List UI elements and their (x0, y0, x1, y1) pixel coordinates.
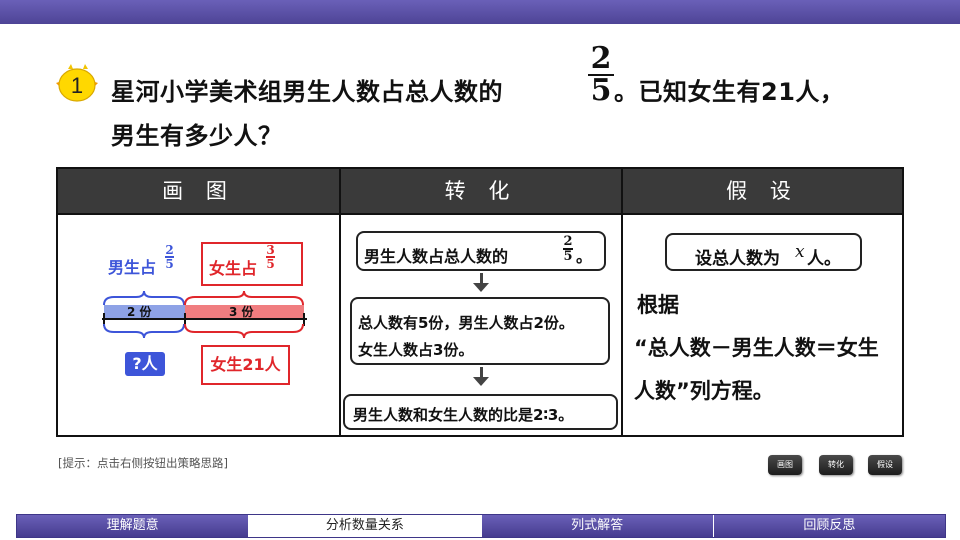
bottom-nav: 理解题意 分析数量关系 列式解答 回顾反思 (16, 514, 946, 538)
assume-strategy-button[interactable]: 假设 (868, 455, 902, 475)
assume-line1: 根据 (637, 293, 679, 317)
question-line2: 男生有多少人？ (111, 122, 283, 150)
boy-parts-label: 2 份 (127, 305, 152, 319)
step1-fraction: 25 (563, 234, 573, 264)
fraction-denominator: 5 (590, 73, 612, 108)
question-text-b: 。已知女生有21人， (614, 78, 845, 106)
strategy-table: 画 图 转 化 假 设 男生占 25 女生占 35 2 份 3 份 ?人 女生2… (56, 167, 904, 437)
top-banner (0, 0, 960, 24)
girl-count-box: 女生21人 (201, 345, 290, 385)
segment-diagram (102, 290, 307, 339)
question-text-a: 星河小学美术组男生人数占总人数的 (111, 78, 503, 106)
header-transform: 转 化 (341, 169, 621, 213)
question-number: 1 (71, 73, 83, 98)
transform-strategy-button[interactable]: 转化 (819, 455, 853, 475)
girl-parts-label: 3 份 (229, 305, 254, 319)
fraction-numerator: 2 (590, 41, 612, 76)
tab-analyze[interactable]: 分析数量关系 (249, 515, 482, 537)
question-line1: 星河小学美术组男生人数占总人数的 (111, 72, 503, 107)
hint-text: [提示：点击右侧按钮出策略思路] (58, 456, 228, 470)
unknown-boys-badge: ?人 (125, 352, 165, 376)
transform-step1: 男生人数占总人数的 25 。 (356, 231, 606, 271)
tab-solve[interactable]: 列式解答 (481, 515, 714, 537)
question-number-icon: 1 (56, 64, 98, 102)
assume-line2: “总人数－男生人数＝女生 (634, 336, 879, 360)
tab-review[interactable]: 回顾反思 (713, 515, 945, 537)
header-assume: 假 设 (623, 169, 902, 213)
assume-box: 设总人数为 x 人。 (665, 233, 862, 271)
question-fraction: 2 5 (588, 44, 614, 106)
transform-step2: 总人数有5份，男生人数占2份。 女生人数占3份。 (350, 297, 610, 365)
assume-line3: 人数”列方程。 (634, 379, 774, 403)
tab-understand[interactable]: 理解题意 (17, 515, 250, 537)
transform-step3: 男生人数和女生人数的比是2∶3。 (343, 394, 618, 430)
draw-strategy-button[interactable]: 画图 (768, 455, 802, 475)
